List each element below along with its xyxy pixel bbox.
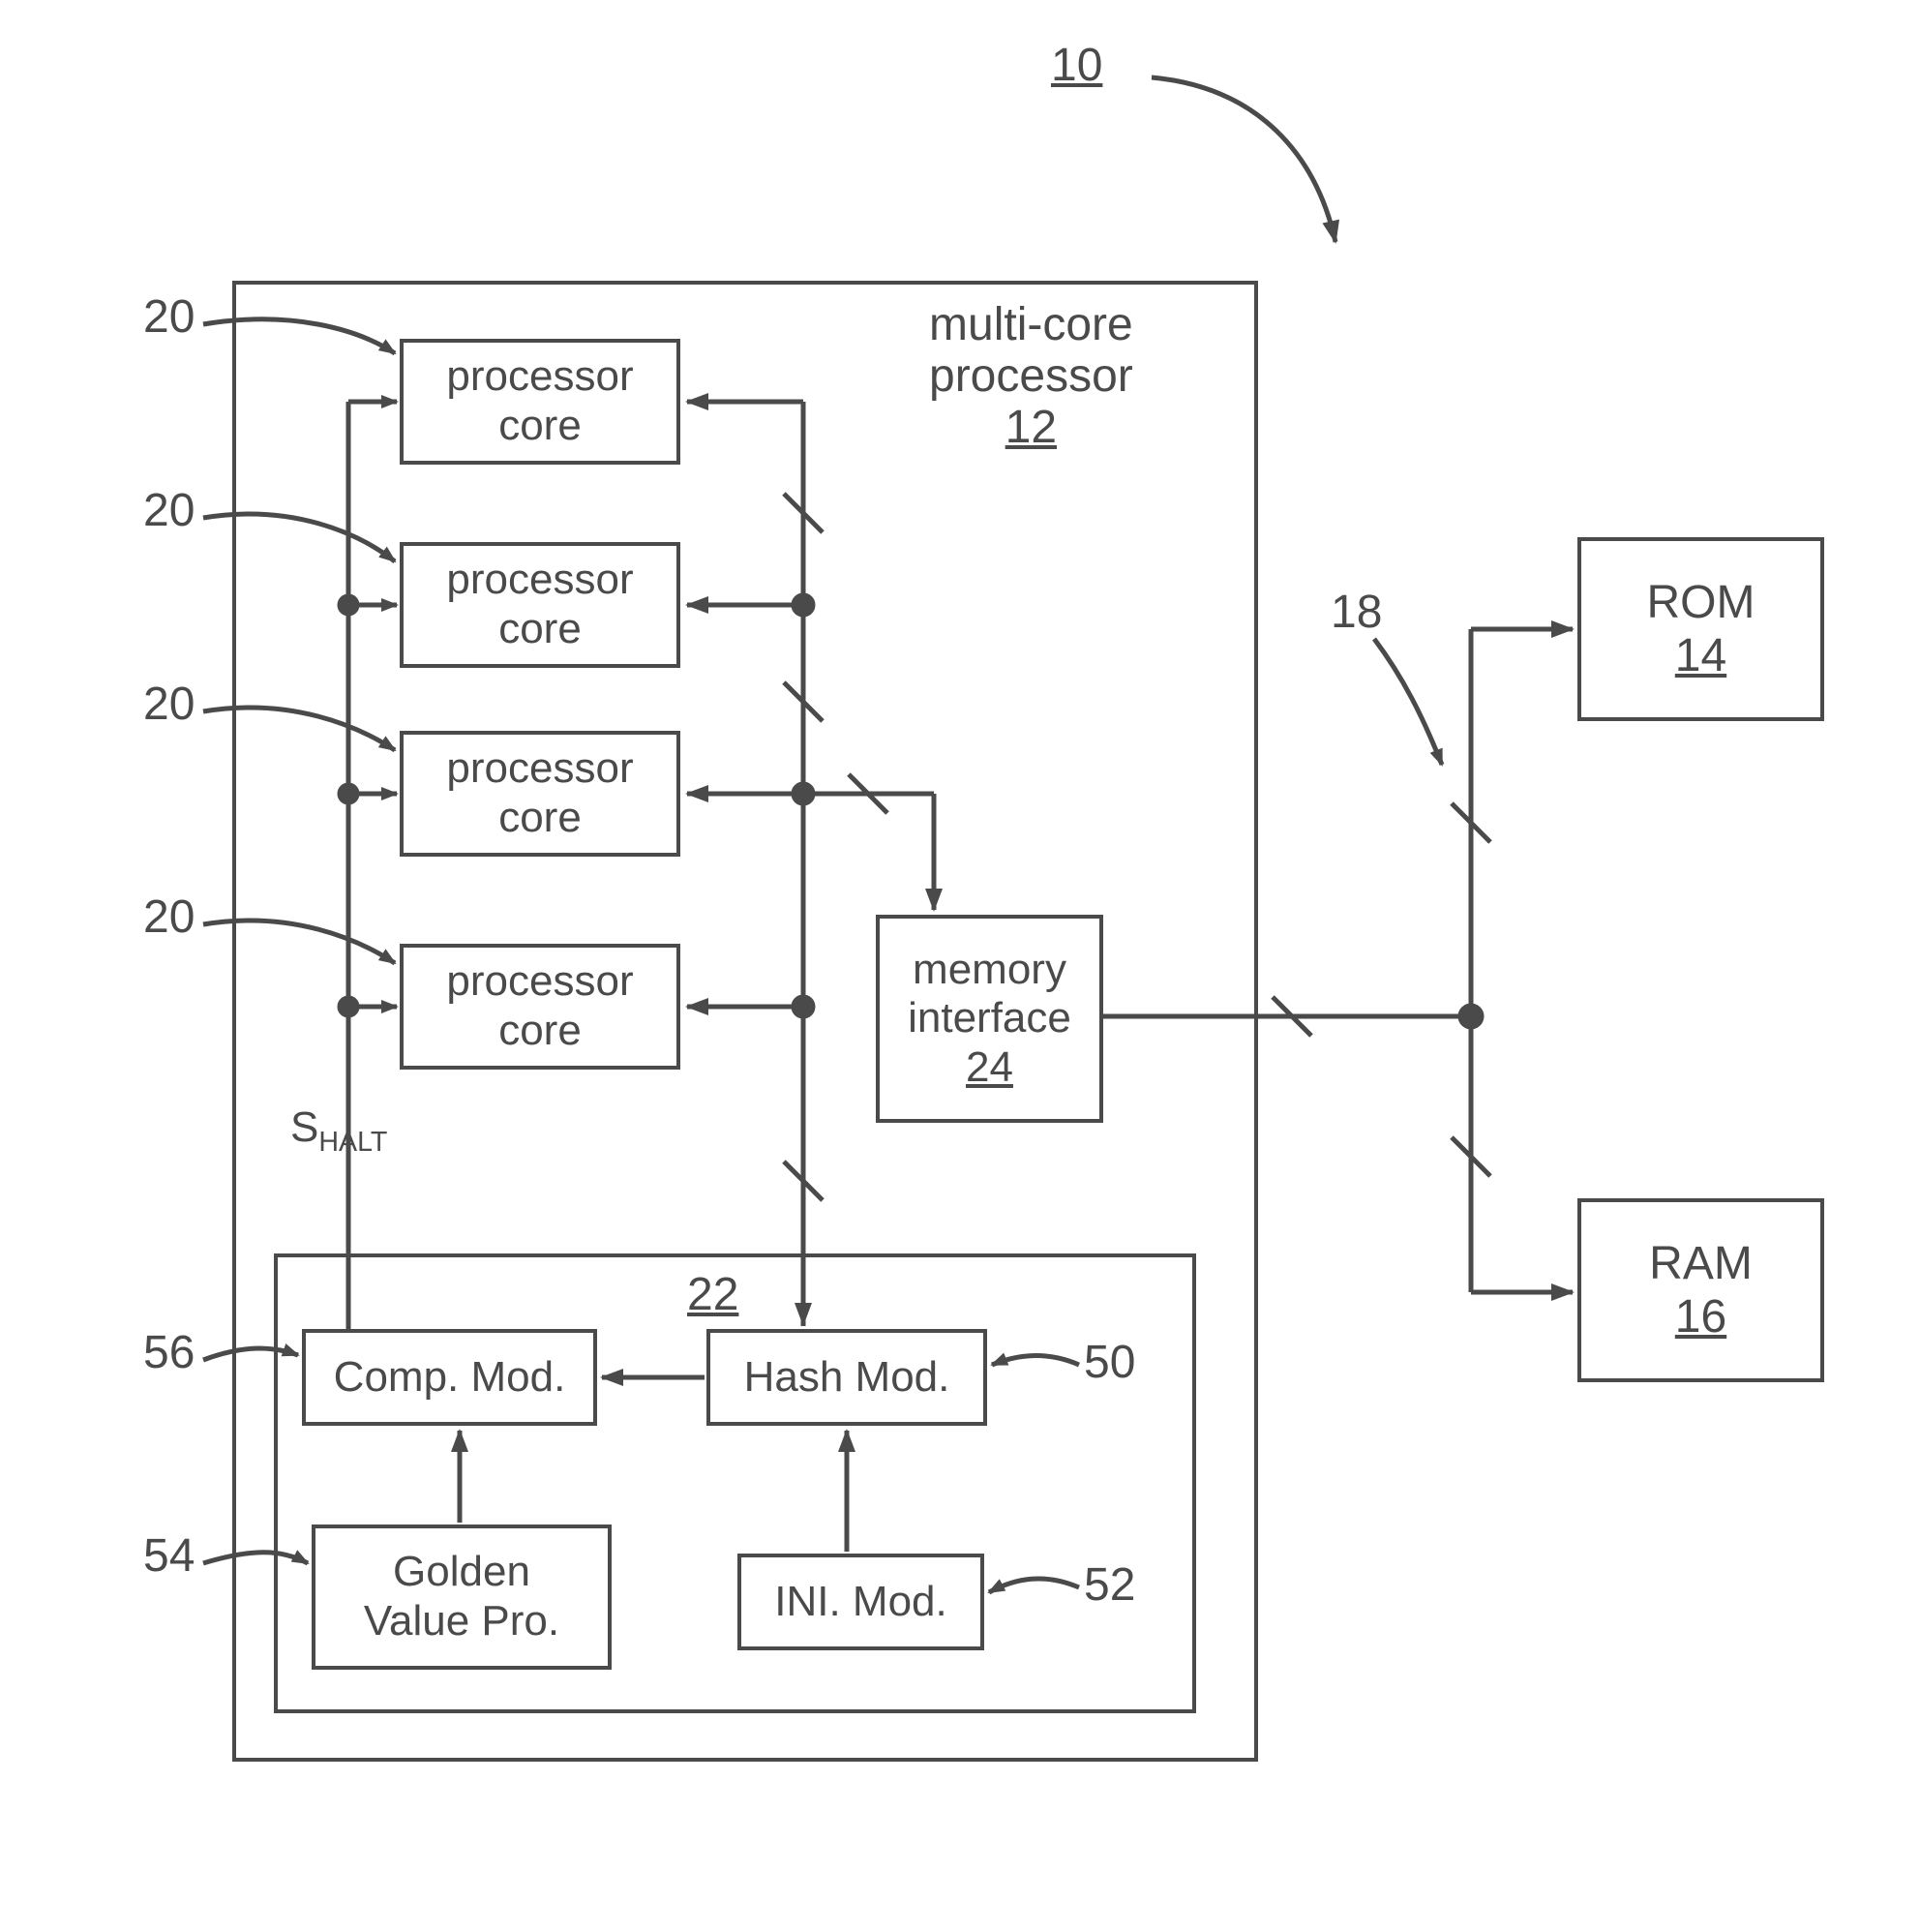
comp-mod-box: Comp. Mod. <box>302 1329 597 1426</box>
security-block-num: 22 <box>687 1268 738 1321</box>
callout-20-c: 20 <box>143 678 195 731</box>
processor-core-2: processor core <box>400 542 680 668</box>
memory-interface: memory interface 24 <box>876 915 1103 1123</box>
callout-56: 56 <box>143 1326 195 1379</box>
callout-52: 52 <box>1084 1558 1135 1612</box>
callout-18: 18 <box>1331 586 1382 639</box>
callout-54: 54 <box>143 1529 195 1583</box>
ini-mod-box: INI. Mod. <box>737 1554 984 1650</box>
processor-core-1: processor core <box>400 339 680 465</box>
ram-box: RAM 16 <box>1577 1198 1824 1382</box>
processor-core-3: processor core <box>400 731 680 857</box>
hash-mod-box: Hash Mod. <box>706 1329 987 1426</box>
processor-core-4: processor core <box>400 944 680 1070</box>
figure-label-10: 10 <box>1051 39 1102 92</box>
callout-50: 50 <box>1084 1336 1135 1389</box>
callout-20-b: 20 <box>143 484 195 537</box>
s-halt-label: SHALT <box>290 1103 387 1159</box>
processor-title: multi-core processor 12 <box>929 300 1133 453</box>
callout-20-a: 20 <box>143 290 195 344</box>
callout-20-d: 20 <box>143 891 195 944</box>
rom-box: ROM 14 <box>1577 537 1824 721</box>
golden-value-box: Golden Value Pro. <box>312 1524 612 1670</box>
